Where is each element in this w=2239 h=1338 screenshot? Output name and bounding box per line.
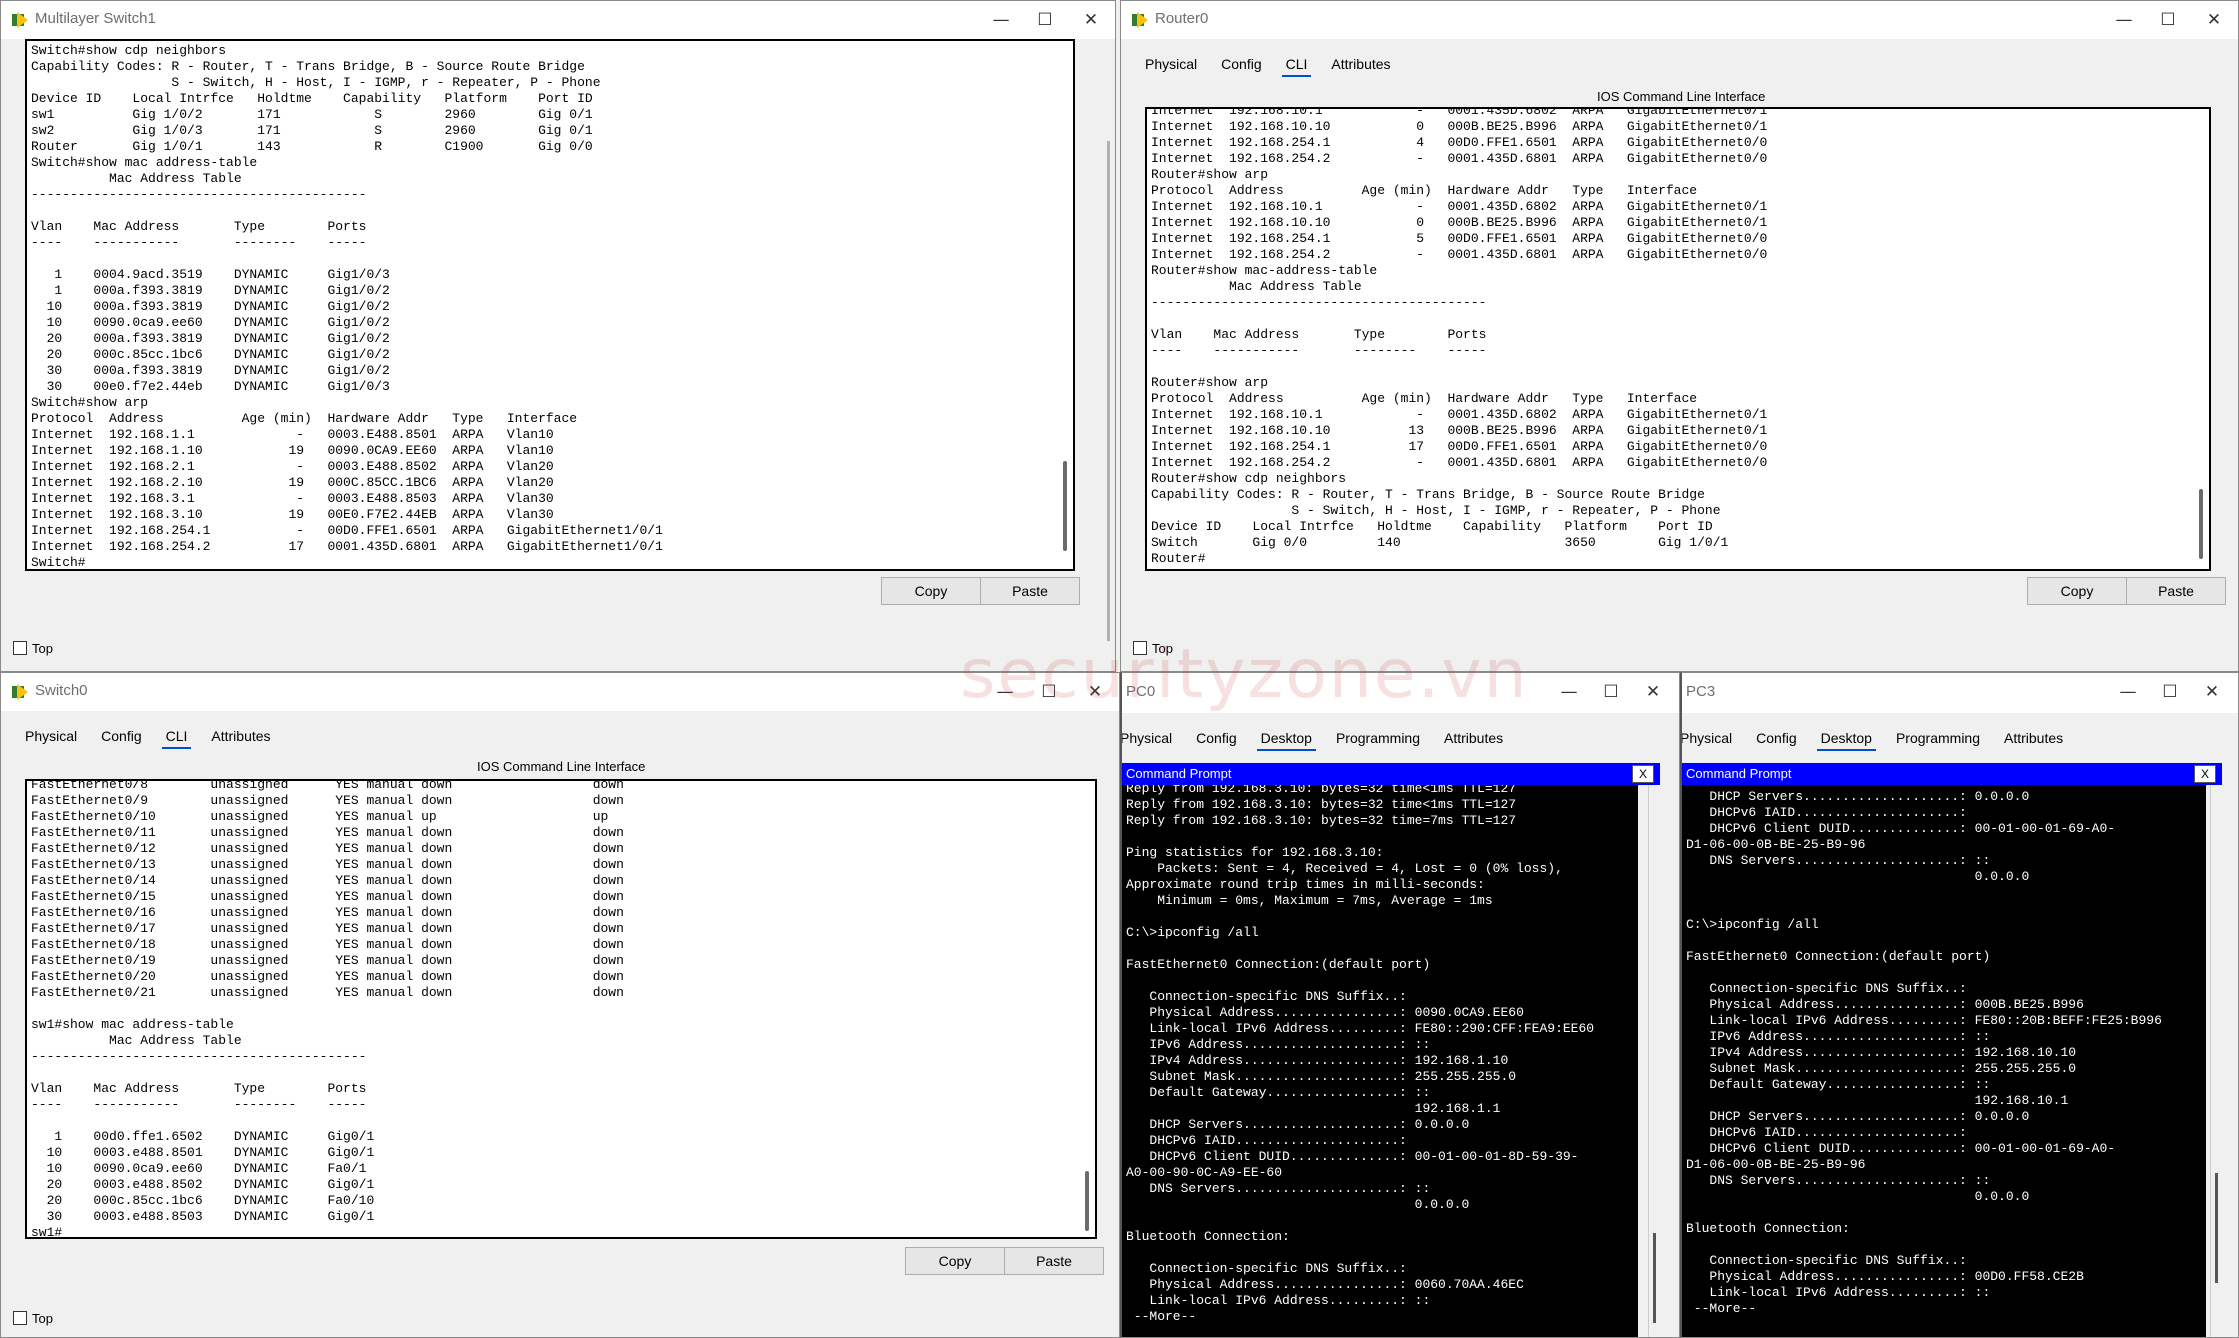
cli-terminal[interactable]: Switch#show cdp neighbors Capability Cod… [25,39,1075,571]
close-button[interactable]: ✕ [1071,5,1111,35]
tab-config[interactable]: Config [1752,727,1800,749]
checkbox-box[interactable] [13,1311,27,1325]
scrollbar-thumb[interactable] [2215,1173,2218,1283]
scrollbar[interactable] [1063,461,1067,551]
tab-physical[interactable]: Physical [1122,727,1176,749]
close-button[interactable]: ✕ [2192,677,2232,707]
scrollbar[interactable] [2199,489,2203,559]
tab-desktop[interactable]: Desktop [1816,727,1876,751]
command-prompt-terminal[interactable]: DHCP Servers....................: 0.0.0.… [1682,785,2206,1337]
cli-terminal[interactable]: Internet 192.168.10.1 - 0001.435D.6802 A… [1145,107,2211,571]
checkbox-box[interactable] [13,641,27,655]
tab-config[interactable]: Config [1192,727,1240,749]
top-checkbox[interactable]: Top [13,1311,53,1326]
command-prompt-title: Command Prompt [1126,766,1232,781]
terminal-output: Internet 192.168.10.1 - 0001.435D.6802 A… [1151,107,1768,566]
tab-bar: Physical Config CLI Attributes [1141,53,1411,77]
title-bar: Router0 — ☐ ✕ [1121,1,2238,39]
tab-bar: Physical Config Desktop Programming Attr… [1122,727,1523,751]
minimize-button[interactable]: — [2104,5,2144,35]
packet-tracer-app-icon [12,684,28,700]
window-scrollbar[interactable] [1107,141,1110,641]
tab-desktop[interactable]: Desktop [1256,727,1316,751]
window-title: Multilayer Switch1 [35,10,156,27]
tab-physical[interactable]: Physical [1682,727,1736,749]
close-button[interactable]: ✕ [1633,677,1673,707]
packet-tracer-app-icon [12,12,28,28]
paste-button[interactable]: Paste [1004,1247,1104,1275]
title-bar: Switch0 — ☐ ✕ [1,673,1119,711]
tab-cli[interactable]: CLI [161,725,192,749]
copy-button[interactable]: Copy [905,1247,1005,1275]
title-bar: Multilayer Switch1 — ☐ ✕ [1,1,1115,39]
scrollbar-thumb[interactable] [1653,1233,1656,1323]
multilayer-switch1-window: Multilayer Switch1 — ☐ ✕ Switch#show cdp… [0,0,1116,672]
minimize-button[interactable]: — [981,5,1021,35]
tab-programming[interactable]: Programming [1332,727,1424,749]
minimize-button[interactable]: — [2108,677,2148,707]
tab-attributes[interactable]: Attributes [1327,53,1394,75]
tab-attributes[interactable]: Attributes [207,725,274,747]
minimize-button[interactable]: — [1549,677,1589,707]
cli-terminal[interactable]: FastEthernet0/8 unassigned YES manual do… [25,779,1097,1239]
terminal-output: DHCP Servers....................: 0.0.0.… [1686,789,2162,1316]
tab-physical[interactable]: Physical [1141,53,1201,75]
top-label: Top [32,1311,53,1326]
router0-window: Router0 — ☐ ✕ Physical Config CLI Attrib… [1120,0,2239,672]
tab-bar: Physical Config CLI Attributes [21,725,291,749]
command-prompt-terminal[interactable]: Reply from 192.168.3.10: bytes=32 time<1… [1122,785,1638,1337]
copy-button[interactable]: Copy [2027,577,2127,605]
tab-cli[interactable]: CLI [1281,53,1312,77]
tab-config[interactable]: Config [1217,53,1265,75]
command-prompt-title: Command Prompt [1686,766,1792,781]
command-prompt-titlebar: Command Prompt X [1682,763,2222,785]
command-prompt-close-button[interactable]: X [2194,765,2216,783]
window-title: Switch0 [35,682,88,699]
ios-cli-heading: IOS Command Line Interface [477,759,646,774]
command-prompt-close-button[interactable]: X [1632,765,1654,783]
top-checkbox[interactable]: Top [13,641,53,656]
tab-programming[interactable]: Programming [1892,727,1984,749]
terminal-output: FastEthernet0/8 unassigned YES manual do… [31,779,624,1239]
scrollbar[interactable] [1085,1171,1089,1231]
top-label: Top [32,641,53,656]
window-title: Router0 [1155,10,1209,27]
tab-physical[interactable]: Physical [21,725,81,747]
tab-config[interactable]: Config [97,725,145,747]
pc0-window: PC0 — ☐ ✕ Physical Config Desktop Progra… [1120,672,1680,1338]
maximize-button[interactable]: ☐ [2150,677,2190,707]
paste-button[interactable]: Paste [980,577,1080,605]
maximize-button[interactable]: ☐ [1591,677,1631,707]
packet-tracer-app-icon [1132,12,1148,28]
switch0-window: Switch0 — ☐ ✕ Physical Config CLI Attrib… [0,672,1120,1338]
ios-cli-heading: IOS Command Line Interface [1597,89,1766,104]
terminal-output: Reply from 192.168.3.10: bytes=32 time<1… [1126,785,1595,1324]
watermark-text: securityzone.vn [960,635,1529,714]
pc3-window: PC3 — ☐ ✕ Physical Config Desktop Progra… [1680,672,2239,1338]
maximize-button[interactable]: ☐ [2148,5,2188,35]
paste-button[interactable]: Paste [2126,577,2226,605]
close-button[interactable]: ✕ [2194,5,2234,35]
tab-bar: Physical Config Desktop Programming Attr… [1682,727,2083,751]
tab-attributes[interactable]: Attributes [2000,727,2067,749]
terminal-output: Switch#show cdp neighbors Capability Cod… [31,43,663,570]
window-title: PC3 [1686,683,1716,700]
title-bar: PC3 — ☐ ✕ [1682,673,2238,713]
maximize-button[interactable]: ☐ [1025,5,1065,35]
copy-button[interactable]: Copy [881,577,981,605]
command-prompt-titlebar: Command Prompt X [1122,763,1660,785]
tab-attributes[interactable]: Attributes [1440,727,1507,749]
